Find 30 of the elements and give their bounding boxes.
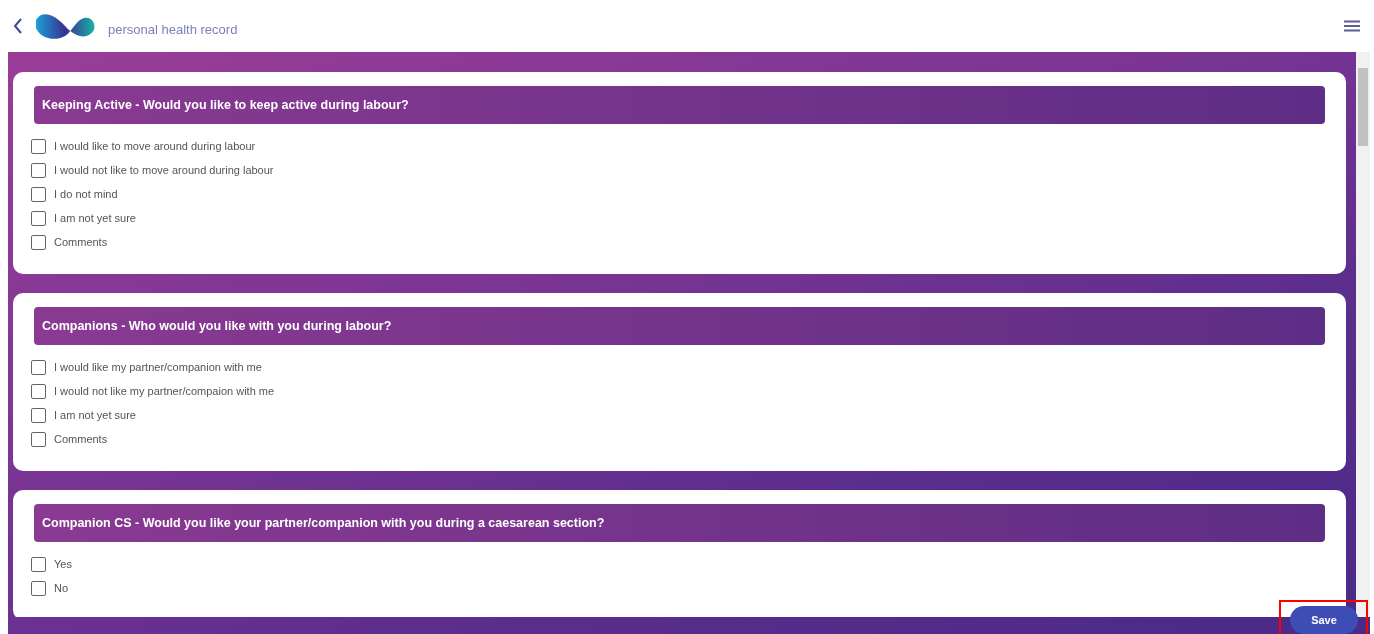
checkbox[interactable]: [31, 186, 46, 202]
option-label: Comments: [54, 236, 108, 248]
checkbox[interactable]: [31, 162, 46, 178]
option-label: I would like my partner/companion with me: [54, 361, 262, 373]
option-label: I would not like to move around during labour: [54, 164, 274, 176]
scrollbar[interactable]: [1356, 52, 1370, 617]
option-label: I would like to move around during labour: [54, 140, 256, 152]
option-label: I am not yet sure: [54, 212, 136, 224]
menu-icon[interactable]: [1344, 20, 1360, 32]
checkbox[interactable]: [31, 431, 46, 447]
checkbox[interactable]: [31, 359, 46, 375]
checkbox[interactable]: [31, 407, 46, 423]
checkbox[interactable]: [31, 210, 46, 226]
checkbox[interactable]: [31, 234, 46, 250]
option-label: I would not like my partner/compaion with me: [54, 385, 275, 397]
section-heading: Keeping Active - Would you like to keep active during labour?: [34, 86, 1325, 124]
checkbox[interactable]: [31, 383, 46, 399]
section-heading: Companions - Who would you like with you during labour?: [34, 307, 1325, 345]
option-label: Comments: [54, 433, 108, 445]
section-heading: Companion CS - Would you like your partner/companion with you during a caesarean section?: [34, 504, 1325, 542]
option-label: I am not yet sure: [54, 409, 136, 421]
option-label: No: [54, 582, 69, 594]
option-label: I do not mind: [54, 188, 118, 200]
option-label: Yes: [54, 558, 72, 570]
app-title: personal health record: [108, 21, 238, 37]
checkbox[interactable]: [31, 138, 46, 154]
back-icon[interactable]: [12, 17, 24, 35]
checkbox[interactable]: [31, 580, 46, 596]
checkbox[interactable]: [31, 556, 46, 572]
save-button[interactable]: Save: [1290, 606, 1358, 634]
